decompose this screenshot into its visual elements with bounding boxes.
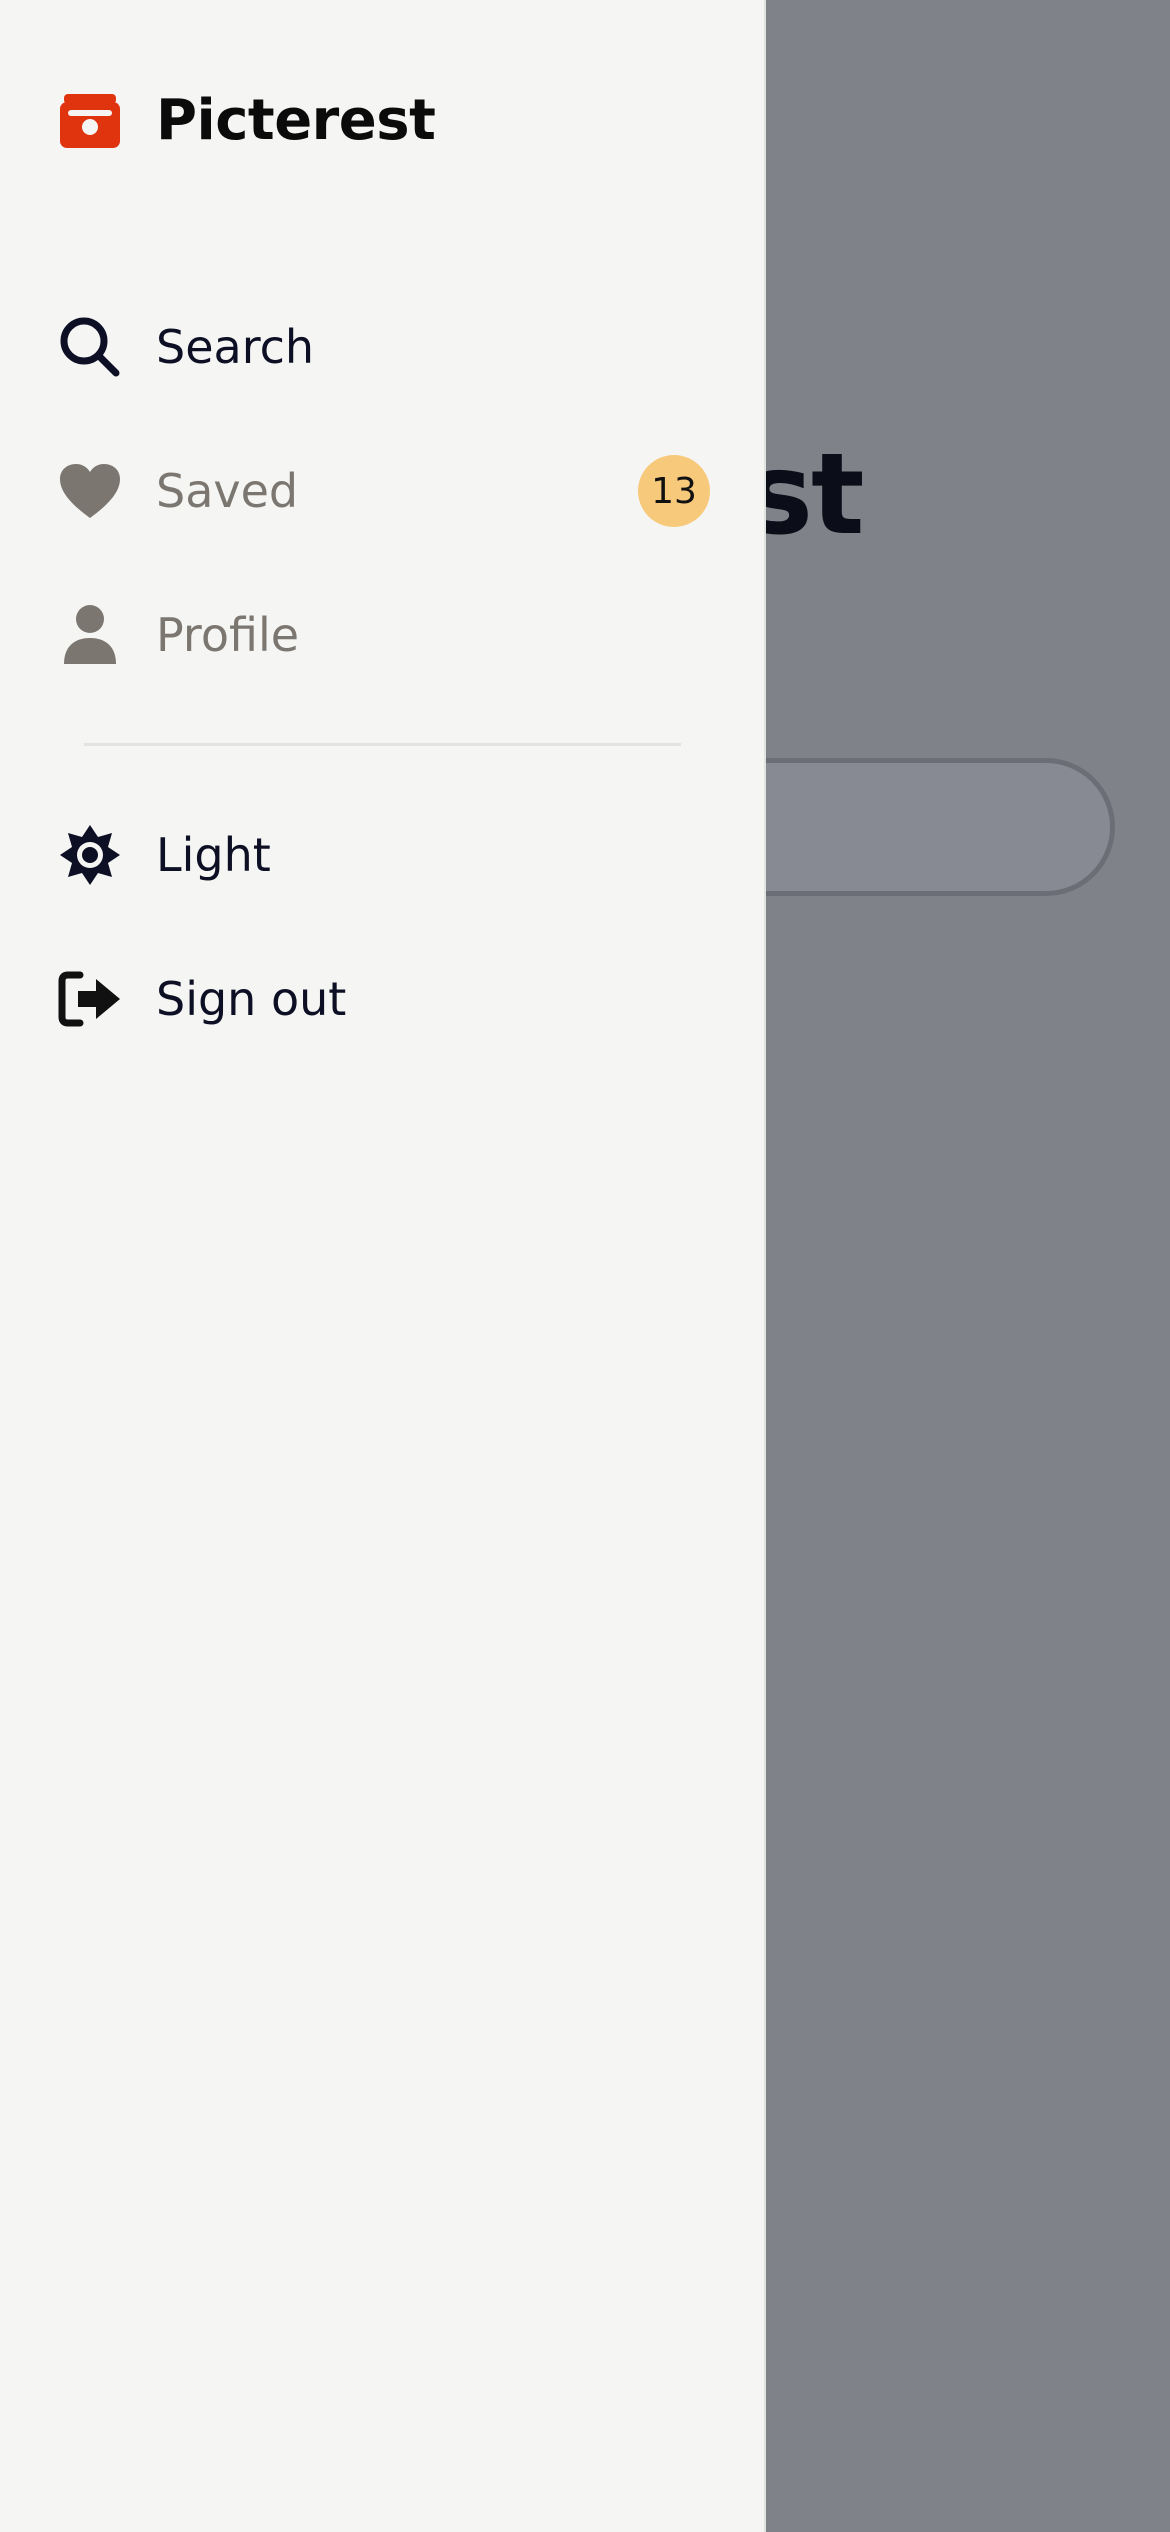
- nav-item-profile[interactable]: Profile: [58, 585, 708, 685]
- sun-icon: [58, 823, 122, 887]
- divider: [84, 743, 681, 746]
- sign-out-icon: [58, 967, 122, 1031]
- theme-toggle-light[interactable]: Light: [58, 805, 708, 905]
- theme-label: Light: [156, 828, 271, 882]
- nav-label-profile: Profile: [156, 608, 300, 662]
- brand-name: Picterest: [156, 88, 436, 153]
- person-icon: [58, 603, 122, 667]
- camera-icon: [58, 92, 122, 150]
- search-icon: [58, 315, 122, 379]
- nav-label-search: Search: [156, 320, 315, 374]
- heart-icon: [58, 459, 122, 523]
- saved-count-badge: 13: [638, 455, 710, 527]
- brand[interactable]: Picterest: [58, 88, 436, 153]
- nav-label-saved: Saved: [156, 464, 299, 518]
- navigation-drawer: Picterest Search Saved 13 Profile Light …: [0, 0, 766, 2532]
- nav-item-search[interactable]: Search: [58, 297, 708, 397]
- sign-out-button[interactable]: Sign out: [58, 949, 708, 1049]
- sign-out-label: Sign out: [156, 972, 347, 1026]
- nav-item-saved[interactable]: Saved 13: [58, 441, 710, 541]
